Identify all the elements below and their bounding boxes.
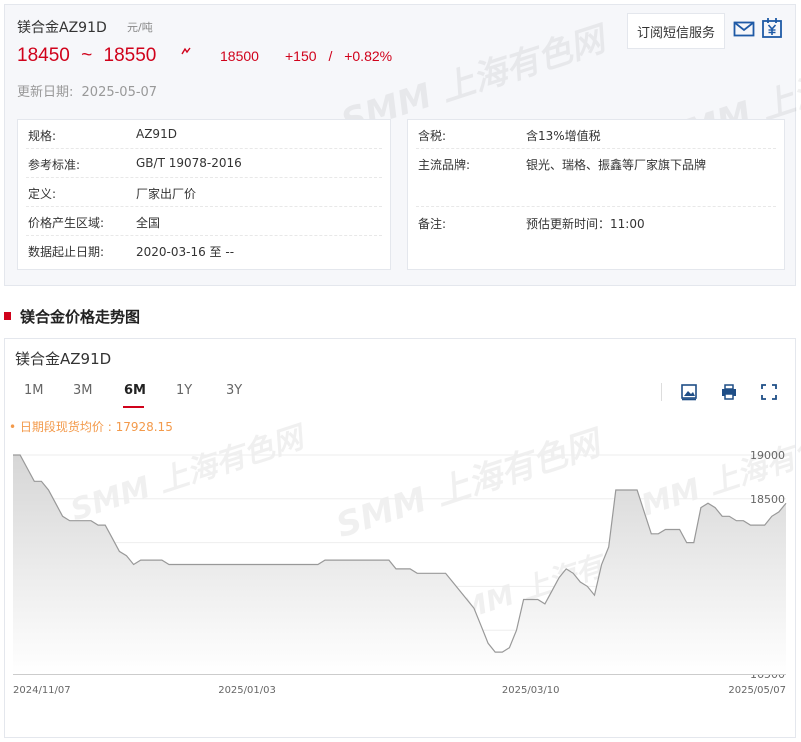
chart-title: 镁合金AZ91D — [15, 350, 112, 368]
price-trend-chart: 1650017000175001800018500190002024/11/07… — [13, 449, 787, 696]
yuan-calendar-icon[interactable] — [761, 17, 783, 39]
info-row: 价格产生区域: 全国 — [26, 207, 382, 236]
info-value: 预估更新时间：11:00 — [526, 217, 645, 231]
spec-info-left: 规格: AZ91D 参考标准: GB/T 19078-2016 定义: 厂家出厂… — [17, 119, 391, 270]
info-key: 定义: — [28, 187, 57, 201]
tab-3y[interactable]: 3Y — [226, 383, 242, 398]
product-title: 镁合金AZ91D — [17, 20, 107, 36]
download-image-icon[interactable] — [680, 383, 698, 401]
period-average-note: • 日期段现货均价 : 17928.15 — [9, 420, 173, 434]
info-row: 参考标准: GB/T 19078-2016 — [26, 149, 382, 178]
update-date: 更新日期: 2025-05-07 — [17, 81, 157, 100]
tab-1m[interactable]: 1M — [24, 383, 44, 398]
info-key: 备注: — [418, 217, 447, 231]
info-value: 全国 — [136, 216, 161, 230]
x-tick-label: 2025/05/07 — [728, 685, 786, 696]
info-row: 定义: 厂家出厂价 — [26, 178, 382, 207]
active-tab-underline — [123, 406, 144, 408]
change-value: +150 — [285, 48, 317, 64]
tab-1y[interactable]: 1Y — [176, 383, 192, 398]
update-date-label: 更新日期: — [17, 85, 74, 100]
price-unit: 元/吨 — [127, 21, 153, 34]
info-key: 数据起止日期: — [28, 245, 105, 259]
change-separator: / — [328, 48, 333, 64]
spec-info-right: 含税: 含13%增值税 主流品牌: 银光、瑞格、振鑫等厂家旗下品牌 备注: 预估… — [407, 119, 785, 270]
info-key: 价格产生区域: — [28, 216, 105, 230]
info-value: 含13%增值税 — [526, 129, 601, 143]
price-chart-card: 镁合金AZ91D 1M 3M 6M 1Y 3Y • 日期段现货均价 : 1792… — [4, 338, 801, 738]
y-tick-label: 19000 — [750, 449, 785, 462]
price-change: +150 / +0.82% — [285, 48, 392, 64]
price-range: 18450 ~ 18550 — [17, 45, 156, 67]
price-low: 18450 — [17, 45, 70, 66]
section-marker — [4, 312, 11, 320]
info-value: 厂家出厂价 — [136, 187, 197, 201]
mail-icon[interactable] — [733, 19, 755, 39]
info-value: GB/T 19078-2016 — [136, 156, 242, 170]
x-tick-label: 2024/11/07 — [13, 685, 71, 696]
info-row: 主流品牌: 银光、瑞格、振鑫等厂家旗下品牌 — [416, 149, 776, 207]
change-percent: +0.82% — [344, 48, 393, 64]
tab-6m[interactable]: 6M — [124, 383, 146, 398]
info-row: 含税: 含13%增值税 — [416, 120, 776, 149]
info-key: 主流品牌: — [418, 158, 471, 172]
average-price: 18500 — [220, 48, 259, 64]
trend-up-icon — [181, 47, 191, 55]
info-row: 数据起止日期: 2020-03-16 至 -- — [26, 236, 382, 265]
price-area — [13, 455, 786, 674]
print-icon[interactable] — [720, 383, 738, 401]
product-summary-card: 镁合金AZ91D 元/吨 18450 ~ 18550 18500 +150 / … — [4, 4, 801, 286]
info-key: 含税: — [418, 129, 447, 143]
y-tick-label: 18500 — [750, 493, 785, 506]
info-row: 规格: AZ91D — [26, 120, 382, 149]
x-tick-label: 2025/03/10 — [502, 685, 560, 696]
info-value: AZ91D — [136, 127, 177, 141]
info-row: 备注: 预估更新时间：11:00 — [416, 208, 776, 237]
update-date-value: 2025-05-07 — [81, 85, 158, 100]
x-tick-label: 2025/01/03 — [218, 685, 276, 696]
tab-3m[interactable]: 3M — [73, 383, 93, 398]
info-value: 银光、瑞格、振鑫等厂家旗下品牌 — [526, 158, 707, 172]
info-value: 2020-03-16 至 -- — [136, 245, 235, 259]
fullscreen-icon[interactable] — [760, 383, 778, 401]
subscribe-sms-button[interactable]: 订阅短信服务 — [627, 13, 725, 49]
price-high: 18550 — [103, 45, 157, 66]
info-key: 规格: — [28, 129, 57, 143]
toolbar-divider — [661, 383, 662, 401]
info-key: 参考标准: — [28, 158, 81, 172]
price-tilde: ~ — [81, 45, 93, 66]
section-title: 镁合金价格走势图 — [20, 308, 141, 326]
